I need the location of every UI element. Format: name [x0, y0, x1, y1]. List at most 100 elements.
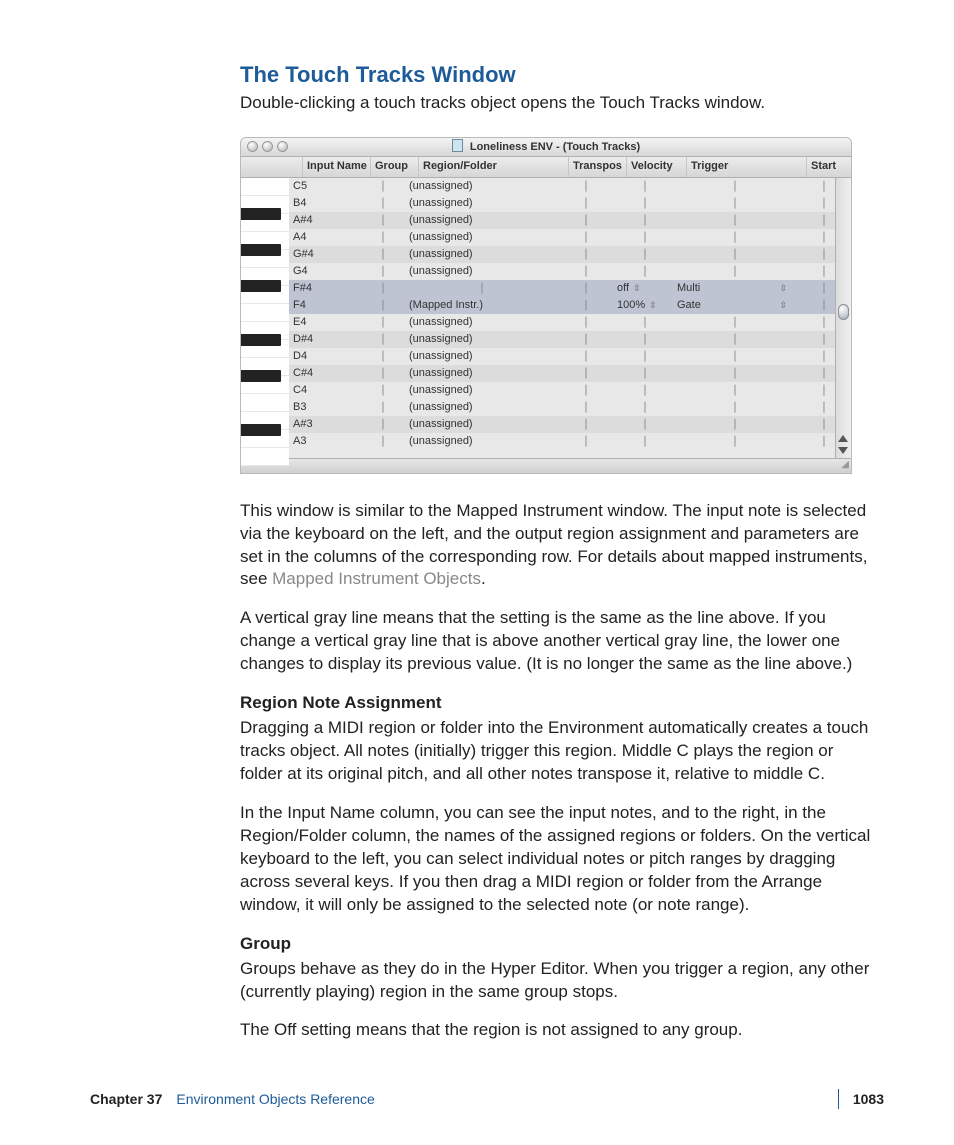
cell-region-folder[interactable]: (unassigned) [405, 178, 555, 195]
cell-trigger[interactable]: ❘ [673, 331, 793, 348]
cell-trigger[interactable]: ❘ [673, 416, 793, 433]
scroll-down-icon[interactable] [838, 447, 848, 454]
table-row[interactable]: A3❘(unassigned)❘❘❘❘ [289, 433, 851, 450]
cell-velocity[interactable]: ❘ [613, 348, 673, 365]
cell-transpos[interactable]: ❘ [555, 399, 613, 416]
cell-input-name[interactable]: C4 [289, 382, 357, 399]
cell-region-folder[interactable]: (unassigned) [405, 229, 555, 246]
minimize-icon[interactable] [262, 141, 273, 152]
cell-input-name[interactable]: A3 [289, 433, 357, 450]
cell-trigger[interactable]: ❘ [673, 178, 793, 195]
table-row[interactable]: A4❘(unassigned)❘❘❘❘ [289, 229, 851, 246]
cell-group[interactable]: ❘ [357, 280, 405, 297]
piano-key[interactable] [241, 178, 289, 196]
col-trigger[interactable]: Trigger [687, 157, 807, 177]
cell-group[interactable]: ❘ [357, 314, 405, 331]
table-row[interactable]: A#4❘(unassigned)❘❘❘❘ [289, 212, 851, 229]
zoom-icon[interactable] [277, 141, 288, 152]
cell-input-name[interactable]: F4 [289, 297, 357, 314]
cell-transpos[interactable]: ❘ [555, 348, 613, 365]
cell-group[interactable]: ❘ [357, 212, 405, 229]
cell-group[interactable]: ❘ [357, 348, 405, 365]
table-row[interactable]: F4❘(Mapped Instr.)❘100%⇳Gate⇳❘ [289, 297, 851, 314]
cell-region-folder[interactable]: (unassigned) [405, 263, 555, 280]
cell-velocity[interactable]: ❘ [613, 416, 673, 433]
col-transpos[interactable]: Transpos [569, 157, 627, 177]
cell-region-folder[interactable]: (unassigned) [405, 382, 555, 399]
black-key[interactable] [241, 208, 281, 220]
table-row[interactable]: F#4❘❘❘off⇳Multi⇳❘ [289, 280, 851, 297]
cell-region-folder[interactable]: (unassigned) [405, 416, 555, 433]
cell-velocity[interactable]: off⇳ [613, 280, 673, 297]
cell-input-name[interactable]: B3 [289, 399, 357, 416]
cell-group[interactable]: ❘ [357, 433, 405, 450]
cell-trigger[interactable]: Gate⇳ [673, 297, 793, 314]
piano-key[interactable] [241, 286, 289, 304]
cell-velocity[interactable]: ❘ [613, 178, 673, 195]
col-velocity[interactable]: Velocity [627, 157, 687, 177]
resize-grip-icon[interactable]: ◢ [841, 458, 849, 472]
piano-key[interactable] [241, 448, 289, 466]
cell-input-name[interactable]: G4 [289, 263, 357, 280]
piano-key[interactable] [241, 250, 289, 268]
cell-group[interactable]: ❘ [357, 365, 405, 382]
cell-velocity[interactable]: ❘ [613, 331, 673, 348]
cell-group[interactable]: ❘ [357, 246, 405, 263]
cell-group[interactable]: ❘ [357, 229, 405, 246]
cell-transpos[interactable]: ❘ [555, 365, 613, 382]
cell-velocity[interactable]: ❘ [613, 382, 673, 399]
cell-region-folder[interactable]: (unassigned) [405, 212, 555, 229]
cell-transpos[interactable]: ❘ [555, 246, 613, 263]
cell-region-folder[interactable]: (unassigned) [405, 365, 555, 382]
cell-trigger[interactable]: ❘ [673, 195, 793, 212]
cell-transpos[interactable]: ❘ [555, 433, 613, 450]
table-row[interactable]: C4❘(unassigned)❘❘❘❘ [289, 382, 851, 399]
cell-input-name[interactable]: E4 [289, 314, 357, 331]
cell-region-folder[interactable]: (Mapped Instr.) [405, 297, 555, 314]
cell-input-name[interactable]: G#4 [289, 246, 357, 263]
piano-keyboard[interactable] [241, 178, 289, 458]
cell-trigger[interactable]: ❘ [673, 229, 793, 246]
table-row[interactable]: G#4❘(unassigned)❘❘❘❘ [289, 246, 851, 263]
cell-transpos[interactable]: ❘ [555, 212, 613, 229]
cell-region-folder[interactable]: (unassigned) [405, 348, 555, 365]
piano-key[interactable] [241, 430, 289, 448]
cell-group[interactable]: ❘ [357, 178, 405, 195]
black-key[interactable] [241, 424, 281, 436]
cell-velocity[interactable]: ❘ [613, 229, 673, 246]
cell-input-name[interactable]: A4 [289, 229, 357, 246]
cell-trigger[interactable]: ❘ [673, 399, 793, 416]
vertical-scrollbar[interactable] [835, 178, 851, 458]
table-row[interactable]: D4❘(unassigned)❘❘❘❘ [289, 348, 851, 365]
cell-trigger[interactable]: ❘ [673, 263, 793, 280]
cell-group[interactable]: ❘ [357, 297, 405, 314]
cell-input-name[interactable]: C#4 [289, 365, 357, 382]
cell-region-folder[interactable]: (unassigned) [405, 246, 555, 263]
cell-trigger[interactable]: ❘ [673, 212, 793, 229]
cell-velocity[interactable]: ❘ [613, 263, 673, 280]
cell-region-folder[interactable]: (unassigned) [405, 195, 555, 212]
scroll-up-icon[interactable] [838, 435, 848, 442]
table-row[interactable]: E4❘(unassigned)❘❘❘❘ [289, 314, 851, 331]
cell-transpos[interactable]: ❘ [555, 416, 613, 433]
table-row[interactable]: D#4❘(unassigned)❘❘❘❘ [289, 331, 851, 348]
table-row[interactable]: C5❘(unassigned)❘❘❘❘ [289, 178, 851, 195]
cell-trigger[interactable]: Multi⇳ [673, 280, 793, 297]
cell-region-folder[interactable]: (unassigned) [405, 433, 555, 450]
cell-transpos[interactable]: ❘ [555, 331, 613, 348]
cell-region-folder[interactable]: ❘ [405, 280, 555, 297]
black-key[interactable] [241, 244, 281, 256]
cell-velocity[interactable]: ❘ [613, 246, 673, 263]
black-key[interactable] [241, 334, 281, 346]
cell-input-name[interactable]: A#3 [289, 416, 357, 433]
cell-transpos[interactable]: ❘ [555, 178, 613, 195]
cell-trigger[interactable]: ❘ [673, 246, 793, 263]
col-input-name[interactable]: Input Name [303, 157, 371, 177]
cell-velocity[interactable]: ❘ [613, 314, 673, 331]
cell-region-folder[interactable]: (unassigned) [405, 399, 555, 416]
piano-key[interactable] [241, 340, 289, 358]
cell-group[interactable]: ❘ [357, 331, 405, 348]
table-row[interactable]: C#4❘(unassigned)❘❘❘❘ [289, 365, 851, 382]
cell-input-name[interactable]: D4 [289, 348, 357, 365]
cell-group[interactable]: ❘ [357, 263, 405, 280]
